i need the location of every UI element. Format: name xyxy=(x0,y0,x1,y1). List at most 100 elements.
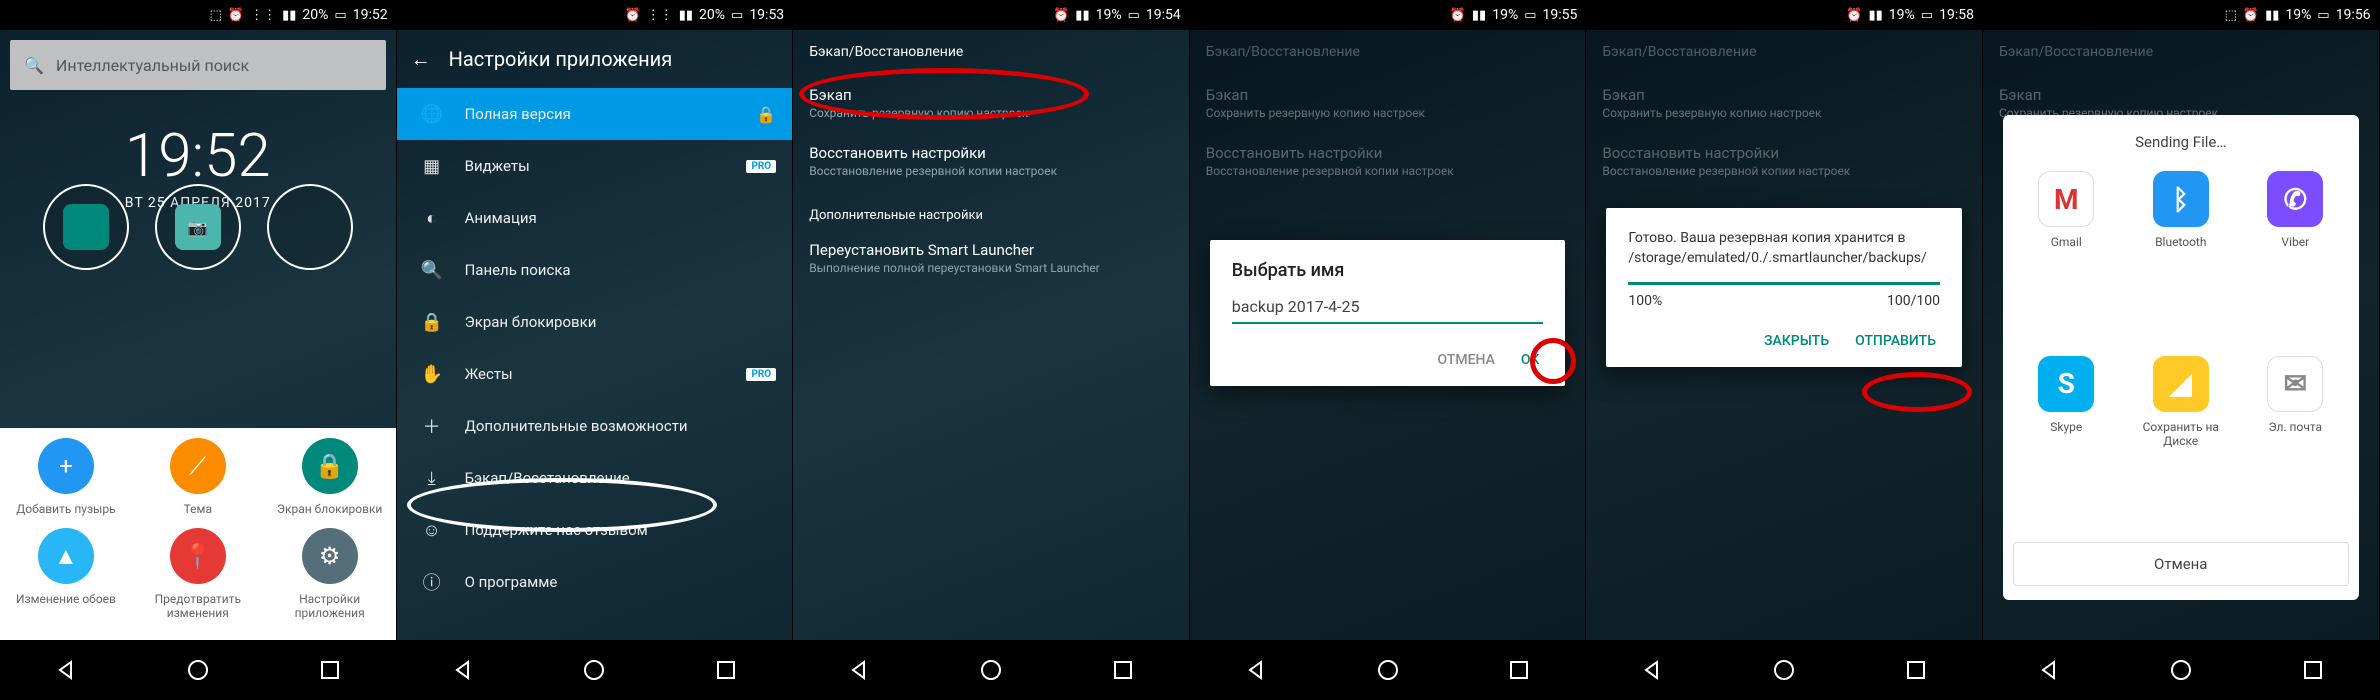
settings-row[interactable]: 🔒Экран блокировки xyxy=(397,296,793,348)
nav-recent[interactable] xyxy=(1901,655,1931,685)
share-target[interactable]: MGmail xyxy=(2013,171,2120,330)
search-placeholder: Интеллектуальный поиск xyxy=(56,56,249,75)
status-time: 19:56 xyxy=(2336,7,2371,23)
menu-item-label: Экран блокировки xyxy=(264,502,396,516)
nav-home[interactable] xyxy=(2166,655,2196,685)
share-title: Sending File… xyxy=(2013,133,2349,151)
dock-bubble[interactable] xyxy=(267,184,353,270)
row-icon: ＋ xyxy=(421,413,443,439)
settings-row[interactable]: ✋ЖестыPRO xyxy=(397,348,793,400)
screen-done-dialog: ⏰ ▮▮ 19% ▭ 19:58 Бэкап/Восстановление Бэ… xyxy=(1586,0,1983,700)
menu-item-icon: ▲ xyxy=(38,528,94,584)
status-time: 19:53 xyxy=(749,7,784,23)
settings-row[interactable]: ⤓Бэкап/Восстановление xyxy=(397,452,793,504)
screen-backup: ⏰ ▮▮ 19% ▭ 19:54 Бэкап/Восстановление Бэ… xyxy=(793,0,1190,700)
signal-icon: ▮▮ xyxy=(1075,8,1089,23)
row-label: О программе xyxy=(465,573,777,591)
nav-recent[interactable] xyxy=(315,655,345,685)
nav-back[interactable] xyxy=(51,655,81,685)
statusbar: ⏰ ▮▮ 19% ▭ 19:55 xyxy=(1190,0,1586,30)
share-target[interactable]: SSkype xyxy=(2013,356,2120,529)
nav-recent[interactable] xyxy=(711,655,741,685)
row-icon: ⤓ xyxy=(421,468,443,489)
nav-back[interactable] xyxy=(844,655,874,685)
nav-recent[interactable] xyxy=(2298,655,2328,685)
share-target[interactable]: ✉Эл. почта xyxy=(2242,356,2349,529)
nav-home[interactable] xyxy=(1769,655,1799,685)
item-title: Бэкап xyxy=(809,86,1173,104)
restore-item[interactable]: Восстановить настройки Восстановление ре… xyxy=(793,132,1189,190)
launcher-menu-item[interactable]: 📍Предотвратить изменения xyxy=(132,528,264,620)
battery-pct: 19% xyxy=(2285,7,2311,23)
lock-icon: 🔒 xyxy=(756,105,776,124)
progress-pct: 100% xyxy=(1628,293,1662,309)
sub-header: Бэкап/Восстановление xyxy=(793,30,1189,74)
settings-row[interactable]: ⓘО программе xyxy=(397,556,793,608)
alarm-icon: ⏰ xyxy=(2243,8,2259,23)
search-input[interactable]: 🔍 Интеллектуальный поиск xyxy=(10,40,386,90)
header-title: Настройки приложения xyxy=(449,47,673,71)
share-app-icon: ◢ xyxy=(2153,356,2209,412)
close-button[interactable]: ЗАКРЫТЬ xyxy=(1764,333,1829,349)
launcher-menu-item[interactable]: ▲Изменение обоев xyxy=(0,528,132,620)
row-label: Дополнительные возможности xyxy=(465,417,777,435)
row-icon: ▦ xyxy=(421,156,443,177)
row-icon: 🔍 xyxy=(421,260,443,281)
item-subtitle: Выполнение полной переустановки Smart La… xyxy=(809,261,1173,275)
alarm-icon: ⏰ xyxy=(228,8,244,23)
statusbar: ⬚ ⏰ ⋮⋮ ▮▮ 20% ▭ 19:52 xyxy=(0,0,396,30)
battery-pct: 20% xyxy=(302,7,328,23)
settings-row[interactable]: ◐Анимация xyxy=(397,192,793,244)
reinstall-item[interactable]: Переустановить Smart Launcher Выполнение… xyxy=(793,229,1189,287)
settings-row[interactable]: 🔍Панель поиска xyxy=(397,244,793,296)
row-label: Виджеты xyxy=(465,157,725,175)
send-button[interactable]: ОТПРАВИТЬ xyxy=(1855,333,1936,349)
nav-recent[interactable] xyxy=(1108,655,1138,685)
nav-back[interactable] xyxy=(448,655,478,685)
alarm-icon: ⏰ xyxy=(1053,8,1069,23)
battery-icon: ▭ xyxy=(2317,8,2329,23)
statusbar: ⏰ ▮▮ 19% ▭ 19:58 xyxy=(1586,0,1982,30)
share-app-icon: ✉ xyxy=(2267,356,2323,412)
launcher-menu-item[interactable]: ⚙Настройки приложения xyxy=(264,528,396,620)
row-label: Анимация xyxy=(465,209,777,227)
dock-bubble[interactable]: 📷 xyxy=(155,184,241,270)
ok-button[interactable]: OK xyxy=(1521,352,1540,368)
settings-row[interactable]: ▦ВиджетыPRO xyxy=(397,140,793,192)
cancel-button[interactable]: ОТМЕНА xyxy=(1438,352,1495,368)
back-arrow-icon[interactable]: ← xyxy=(411,47,431,72)
launcher-menu-item[interactable]: ⟋Тема xyxy=(132,438,264,516)
row-label: Полная версия xyxy=(465,105,735,123)
nav-back[interactable] xyxy=(2034,655,2064,685)
launcher-menu-item[interactable]: 🔒Экран блокировки xyxy=(264,438,396,516)
nav-home[interactable] xyxy=(579,655,609,685)
settings-row[interactable]: 🌐Полная версия🔒 xyxy=(397,88,793,140)
nav-back[interactable] xyxy=(1637,655,1667,685)
statusbar: ⏰ ⋮⋮ ▮▮ 20% ▭ 19:53 xyxy=(397,0,793,30)
nav-home[interactable] xyxy=(183,655,213,685)
dock-bubble[interactable] xyxy=(43,184,129,270)
battery-pct: 19% xyxy=(1492,7,1518,23)
launcher-menu: +Добавить пузырь⟋Тема🔒Экран блокировки ▲И… xyxy=(0,428,396,640)
share-app-label: Bluetooth xyxy=(2128,235,2235,249)
backup-item[interactable]: Бэкап Сохранить резервную копию настроек xyxy=(793,74,1189,132)
share-app-label: Gmail xyxy=(2013,235,2120,249)
settings-row[interactable]: ＋ Дополнительные возможности xyxy=(397,400,793,452)
item-subtitle: Сохранить резервную копию настроек xyxy=(809,106,1173,120)
menu-item-icon: ⚙ xyxy=(302,528,358,584)
settings-row[interactable]: ☺Поддержите нас отзывом xyxy=(397,504,793,556)
nav-home[interactable] xyxy=(976,655,1006,685)
nav-recent[interactable] xyxy=(1504,655,1534,685)
nav-home[interactable] xyxy=(1373,655,1403,685)
share-target[interactable]: ✆Viber xyxy=(2242,171,2349,330)
battery-pct: 19% xyxy=(1096,7,1122,23)
backup-name-input[interactable]: backup 2017-4-25 xyxy=(1232,297,1544,324)
screen-share: ⬚ ⏰ ▮▮ 19% ▭ 19:56 Бэкап/Восстановление … xyxy=(1983,0,2380,700)
share-cancel-button[interactable]: Отмена xyxy=(2013,542,2349,586)
navbar xyxy=(1983,640,2379,700)
nav-back[interactable] xyxy=(1241,655,1271,685)
launcher-menu-item[interactable]: +Добавить пузырь xyxy=(0,438,132,516)
share-target[interactable]: ᛒBluetooth xyxy=(2128,171,2235,330)
section-label: Дополнительные настройки xyxy=(793,190,1189,229)
share-target[interactable]: ◢Сохранить на Диске xyxy=(2128,356,2235,529)
